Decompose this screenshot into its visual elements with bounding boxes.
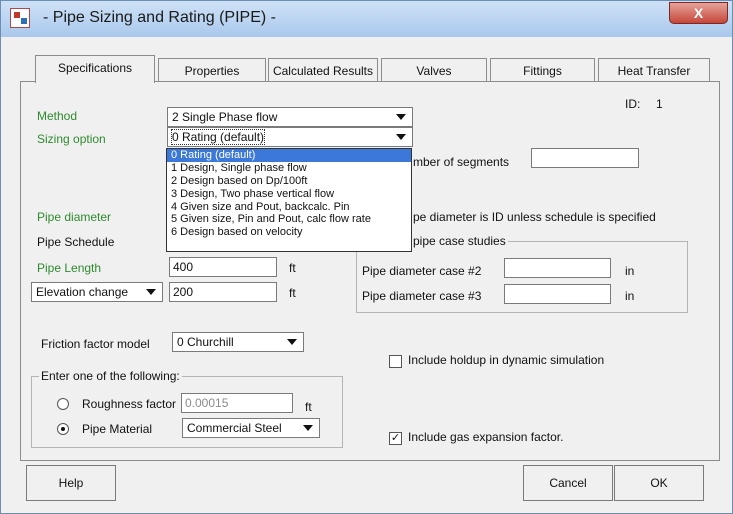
pipe-sizing-dialog: - Pipe Sizing and Rating (PIPE) - X Spec… — [0, 0, 733, 514]
elevation-combo[interactable]: Elevation change — [31, 282, 163, 302]
tab-specifications[interactable]: Specifications — [35, 55, 155, 83]
roughness-unit: ft — [305, 400, 312, 414]
pipe-diameter-note: pe diameter is ID unless schedule is spe… — [413, 210, 656, 224]
ok-button[interactable]: OK — [614, 465, 704, 501]
help-button[interactable]: Help — [26, 465, 116, 501]
friction-combo[interactable]: 0 Churchill — [172, 332, 304, 352]
pipe-length-label: Pipe Length — [37, 261, 102, 275]
enter-one-title: Enter one of the following: — [39, 369, 182, 383]
segments-input[interactable] — [531, 148, 639, 168]
friction-label: Friction factor model — [41, 337, 150, 351]
method-value: 2 Single Phase flow — [172, 110, 278, 124]
sizing-option-value: 0 Rating (default) — [170, 129, 266, 145]
chevron-down-icon[interactable] — [146, 289, 156, 295]
roughness-radio[interactable] — [57, 398, 69, 410]
dropdown-option[interactable]: 0 Rating (default) — [167, 149, 411, 162]
pipe-length-unit: ft — [289, 261, 296, 275]
pipe-length-input[interactable]: 400 — [169, 257, 277, 277]
pipe-material-value: Commercial Steel — [187, 421, 282, 435]
roughness-input[interactable]: 0.00015 — [181, 393, 293, 413]
dropdown-option[interactable]: 2 Design based on Dp/100ft — [167, 175, 411, 188]
tab-properties[interactable]: Properties — [158, 58, 266, 83]
app-icon — [10, 8, 30, 28]
case3-unit: in — [625, 289, 635, 303]
chevron-down-icon[interactable] — [303, 425, 313, 431]
tab-heat-transfer[interactable]: Heat Transfer — [598, 58, 710, 83]
dropdown-option[interactable]: 5 Given size, Pin and Pout, calc flow ra… — [167, 213, 411, 226]
pipe-material-radio[interactable] — [57, 423, 69, 435]
roughness-label: Roughness factor — [82, 397, 177, 411]
tab-valves[interactable]: Valves — [381, 58, 487, 83]
segments-label: mber of segments — [413, 155, 510, 169]
id-label: ID: — [625, 97, 641, 111]
holdup-checkbox[interactable] — [389, 355, 402, 368]
elevation-unit: ft — [289, 286, 296, 300]
sizing-option-label: Sizing option — [37, 132, 106, 146]
cancel-button[interactable]: Cancel — [523, 465, 613, 501]
window-title: - Pipe Sizing and Rating (PIPE) - — [43, 9, 276, 26]
sizing-option-combo[interactable]: 0 Rating (default) — [167, 127, 413, 147]
case2-label: Pipe diameter case #2 — [362, 264, 482, 278]
chevron-down-icon[interactable] — [396, 114, 406, 120]
case2-input[interactable] — [504, 258, 611, 278]
dropdown-option[interactable]: 4 Given size and Pout, backcalc. Pin — [167, 201, 411, 214]
dropdown-option[interactable]: 3 Design, Two phase vertical flow — [167, 188, 411, 201]
title-bar[interactable]: - Pipe Sizing and Rating (PIPE) - X — [1, 1, 732, 37]
chevron-down-icon[interactable] — [396, 134, 406, 140]
method-combo[interactable]: 2 Single Phase flow — [167, 107, 413, 127]
pipe-material-combo[interactable]: Commercial Steel — [182, 418, 320, 438]
friction-value: 0 Churchill — [177, 335, 234, 349]
chevron-down-icon[interactable] — [287, 339, 297, 345]
pipe-material-label: Pipe Material — [82, 422, 153, 436]
pipe-schedule-label: Pipe Schedule — [37, 235, 115, 249]
dropdown-option[interactable]: 6 Design based on velocity — [167, 226, 411, 239]
tab-calculated-results[interactable]: Calculated Results — [268, 58, 378, 83]
pipe-diameter-label: Pipe diameter — [37, 210, 112, 224]
case2-unit: in — [625, 264, 635, 278]
case3-input[interactable] — [504, 284, 611, 304]
sizing-option-dropdown[interactable]: 0 Rating (default) 1 Design, Single phas… — [166, 148, 412, 252]
holdup-label: Include holdup in dynamic simulation — [408, 353, 605, 367]
id-value: 1 — [656, 97, 663, 111]
elevation-label: Elevation change — [36, 285, 129, 299]
method-label: Method — [37, 109, 78, 123]
tab-fittings[interactable]: Fittings — [490, 58, 595, 83]
elevation-input[interactable]: 200 — [169, 282, 277, 302]
close-button[interactable]: X — [669, 2, 728, 24]
dropdown-option[interactable]: 1 Design, Single phase flow — [167, 162, 411, 175]
case-studies-title: pipe case studies — [411, 234, 508, 248]
gas-expansion-checkbox[interactable]: ✓ — [389, 432, 402, 445]
gas-expansion-label: Include gas expansion factor. — [408, 430, 564, 444]
case3-label: Pipe diameter case #3 — [362, 289, 482, 303]
